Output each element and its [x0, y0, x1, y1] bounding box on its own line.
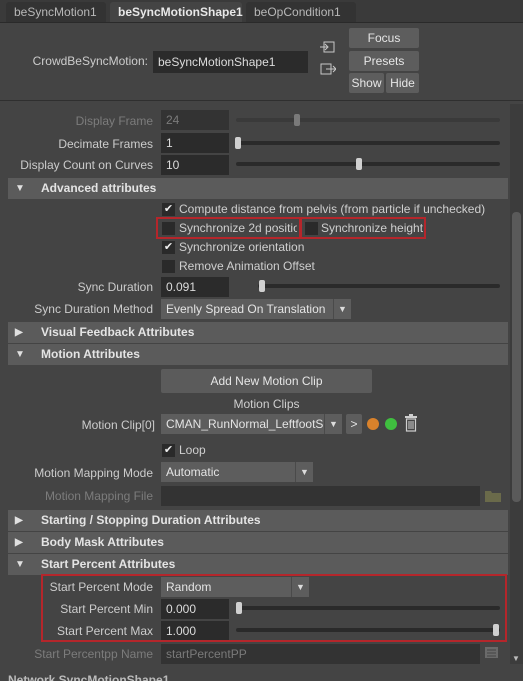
start-percent-header[interactable]: ▼ Start Percent Attributes: [8, 554, 508, 575]
starting-stopping-header[interactable]: ▶ Starting / Stopping Duration Attribute…: [8, 510, 508, 531]
sync-2d-position-checkbox[interactable]: [162, 222, 175, 235]
start-percent-max-slider[interactable]: [236, 628, 500, 632]
trash-icon[interactable]: [404, 414, 418, 432]
decimate-frames-field[interactable]: 1: [161, 133, 229, 153]
advanced-attributes-header[interactable]: ▼ Advanced attributes: [8, 178, 508, 199]
sync-height-checkbox[interactable]: [305, 222, 318, 235]
add-motion-clip-button[interactable]: Add New Motion Clip: [161, 369, 372, 393]
tab-label: beSyncMotionShape1: [118, 5, 243, 19]
mapping-mode-dropdown[interactable]: Automatic: [161, 462, 295, 482]
collapse-triangle-icon: ▼: [15, 349, 25, 360]
compute-distance-checkbox[interactable]: ✔: [162, 203, 175, 216]
show-button[interactable]: Show: [349, 73, 384, 93]
scroll-down-icon[interactable]: ▼: [512, 654, 520, 663]
motion-clip-label: Motion Clip[0]: [81, 418, 155, 432]
sync-orientation-label: Synchronize orientation: [179, 240, 305, 254]
collapse-triangle-icon: ▼: [15, 183, 25, 194]
start-percent-min-field[interactable]: 0.000: [161, 599, 229, 619]
start-percentpp-label: Start Percentpp Name: [34, 647, 153, 661]
sync-duration-slider-handle[interactable]: [259, 280, 265, 292]
expand-triangle-icon: ▶: [15, 327, 23, 338]
sync-duration-label: Sync Duration: [77, 280, 153, 294]
expand-triangle-icon: ▶: [15, 515, 23, 526]
sync-height-label: Synchronize height: [321, 221, 424, 235]
presets-button[interactable]: Presets: [349, 51, 419, 71]
section-title: Start Percent Attributes: [41, 557, 176, 571]
display-count-label: Display Count on Curves: [20, 158, 153, 172]
start-percent-min-slider-handle[interactable]: [236, 602, 242, 614]
output-connection-icon[interactable]: [320, 62, 337, 76]
start-percent-min-slider[interactable]: [236, 606, 500, 610]
motion-clips-header: Motion Clips: [233, 397, 300, 411]
start-percentpp-field: startPercentPP: [161, 644, 480, 664]
chevron-down-icon[interactable]: ▼: [295, 462, 313, 482]
focus-button[interactable]: Focus: [349, 28, 419, 48]
node-name-field[interactable]: beSyncMotionShape1: [153, 51, 308, 73]
display-frame-label: Display Frame: [75, 114, 153, 128]
hide-button[interactable]: Hide: [386, 73, 419, 93]
display-count-field[interactable]: 10: [161, 155, 229, 175]
start-percent-mode-label: Start Percent Mode: [49, 580, 153, 594]
start-percent-min-label: Start Percent Min: [60, 602, 153, 616]
motion-clip-dropdown[interactable]: CMAN_RunNormal_LeftfootSha: [161, 414, 324, 434]
start-percent-mode-dropdown[interactable]: Random: [161, 577, 291, 597]
collapse-triangle-icon: ▼: [15, 559, 25, 570]
decimate-frames-slider[interactable]: [236, 141, 500, 145]
display-frame-slider: [236, 118, 500, 122]
expand-triangle-icon: ▶: [15, 537, 23, 548]
orange-dot-icon[interactable]: [367, 418, 379, 430]
tab-bar: beSyncMotion1 beSyncMotionShape1 beOpCon…: [0, 0, 523, 23]
section-title: Visual Feedback Attributes: [41, 325, 195, 339]
sync-method-dropdown[interactable]: Evenly Spread On Translation: [161, 299, 333, 319]
sync-duration-field[interactable]: 0.091: [161, 277, 229, 297]
green-dot-icon[interactable]: [385, 418, 397, 430]
sync-method-label: Sync Duration Method: [34, 302, 153, 316]
sync-duration-slider[interactable]: [258, 284, 500, 288]
mapping-file-label: Motion Mapping File: [44, 489, 153, 503]
loop-checkbox[interactable]: ✔: [162, 444, 175, 457]
header-divider: [0, 100, 523, 101]
compute-distance-label: Compute distance from pelvis (from parti…: [179, 202, 486, 216]
start-percent-max-field[interactable]: 1.000: [161, 621, 229, 641]
display-count-slider-handle[interactable]: [356, 158, 362, 170]
section-title: Motion Attributes: [41, 347, 140, 361]
remove-offset-checkbox[interactable]: [162, 260, 175, 273]
sync-orientation-checkbox[interactable]: ✔: [162, 241, 175, 254]
folder-icon[interactable]: [485, 489, 501, 502]
list-icon[interactable]: [485, 646, 501, 660]
tab-besyncmotionshape1[interactable]: beSyncMotionShape1: [110, 2, 243, 22]
display-count-slider[interactable]: [236, 162, 500, 166]
body-mask-header[interactable]: ▶ Body Mask Attributes: [8, 532, 508, 553]
remove-offset-label: Remove Animation Offset: [179, 259, 315, 273]
section-title: Body Mask Attributes: [41, 535, 164, 549]
display-frame-slider-handle: [294, 114, 300, 126]
visual-feedback-header[interactable]: ▶ Visual Feedback Attributes: [8, 322, 508, 343]
tab-beopcondition1[interactable]: beOpCondition1: [246, 2, 356, 22]
scrollbar-thumb[interactable]: [512, 212, 521, 502]
mapping-mode-label: Motion Mapping Mode: [34, 466, 153, 480]
node-type-label: CrowdBeSyncMotion:: [32, 54, 148, 68]
clip-navigate-button[interactable]: >: [346, 414, 362, 434]
start-percent-max-slider-handle[interactable]: [493, 624, 499, 636]
decimate-frames-label: Decimate Frames: [58, 137, 153, 151]
chevron-down-icon[interactable]: ▼: [324, 414, 342, 434]
tab-label: beSyncMotion1: [14, 5, 97, 19]
section-title: Starting / Stopping Duration Attributes: [41, 513, 261, 527]
section-title: Advanced attributes: [41, 181, 157, 195]
sync-2d-position-label: Synchronize 2d position: [179, 221, 297, 235]
motion-attributes-header[interactable]: ▼ Motion Attributes: [8, 344, 508, 365]
mapping-file-field: [161, 486, 480, 506]
display-frame-field: 24: [161, 110, 229, 130]
decimate-frames-slider-handle[interactable]: [235, 137, 241, 149]
tab-besyncmotion1[interactable]: beSyncMotion1: [6, 2, 106, 22]
input-connection-icon[interactable]: [320, 40, 336, 54]
chevron-down-icon[interactable]: ▼: [333, 299, 351, 319]
tab-label: beOpCondition1: [254, 5, 341, 19]
start-percent-max-label: Start Percent Max: [56, 624, 153, 638]
bottom-cut-text: Network SyncMotionShape1: [8, 673, 170, 681]
chevron-down-icon[interactable]: ▼: [291, 577, 309, 597]
loop-label: Loop: [179, 443, 206, 457]
